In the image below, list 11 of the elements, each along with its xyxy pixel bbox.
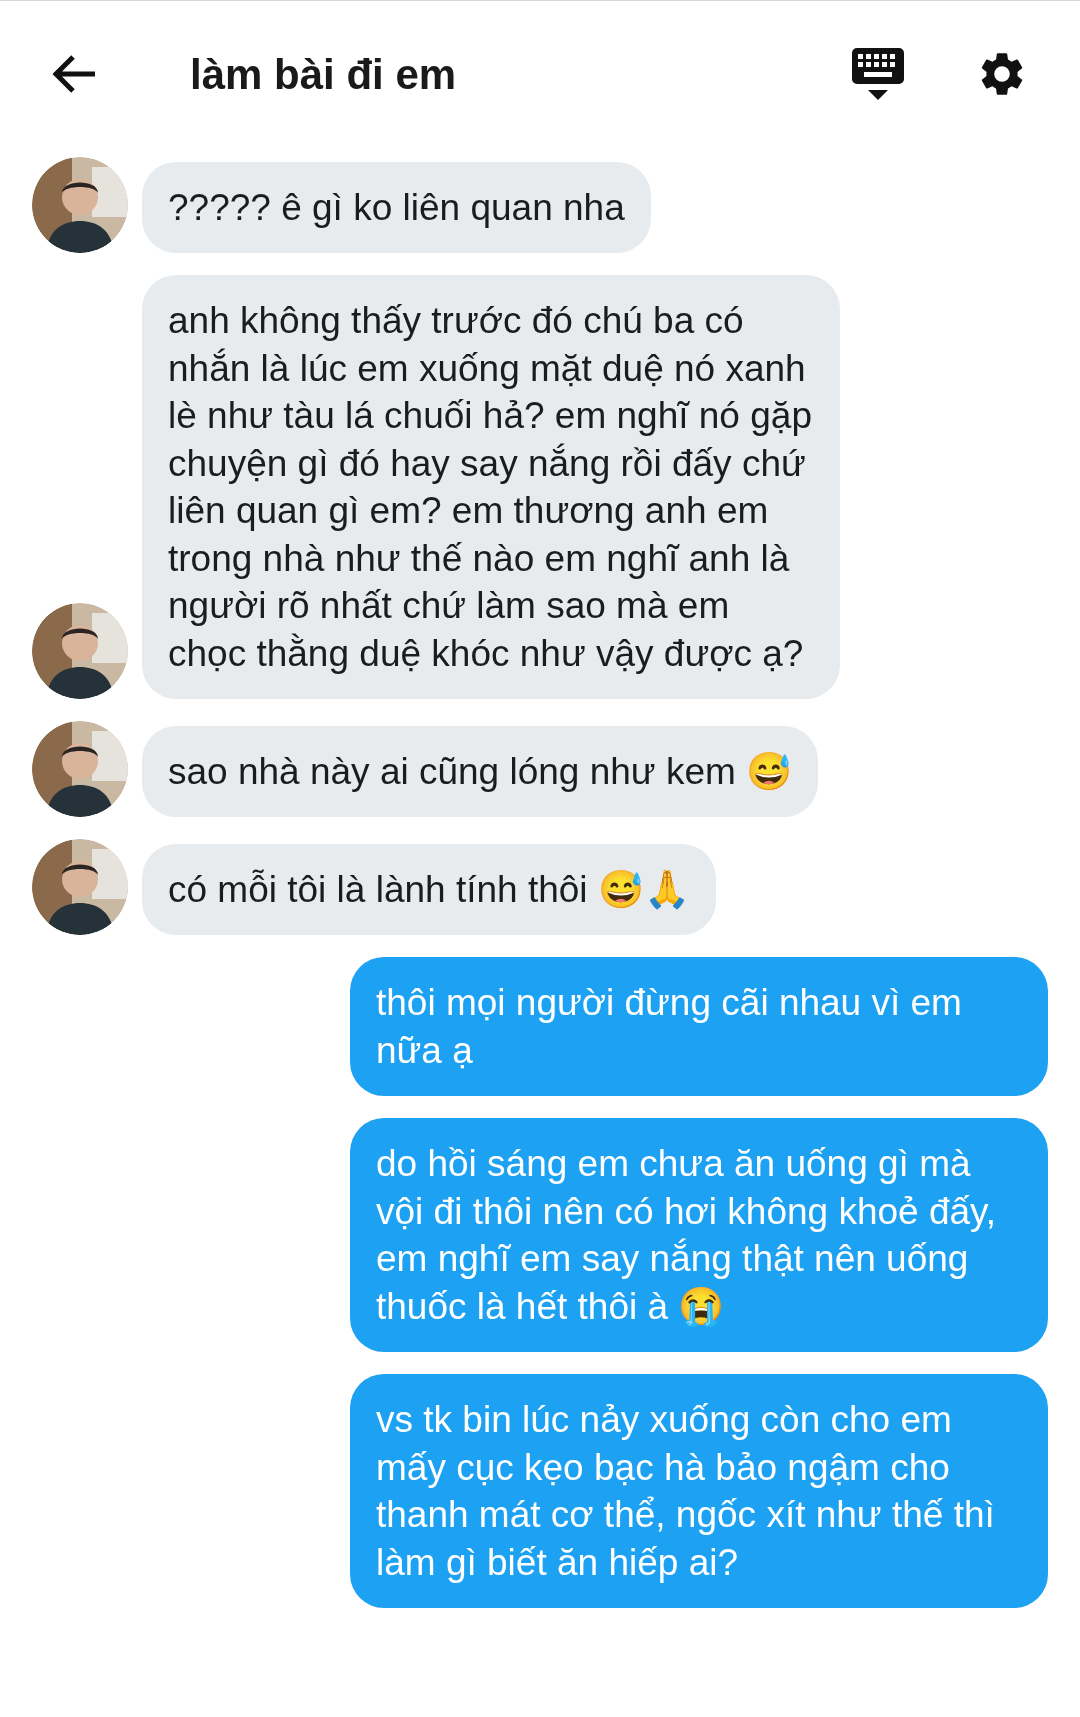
received-message: anh không thấy trước đó chú ba có nhắn là lúc em xuống mặt duệ nó xanh lè như tàu lá chuối hả? em nghĩ nó gặp chuyện gì đó hay say nắng rồi đấy chứ liên quan gì em? em thương anh em trong nhà như thế nào em nghĩ anh là người rõ nhất chứ làm sao mà em chọc thằng duệ khóc như vậy được ạ? [142, 275, 840, 699]
sent-message: vs tk bin lúc nảy xuống còn cho em mấy cục kẹo bạc hà bảo ngậm cho thanh mát cơ thể, ngốc xít như thế thì làm gì biết ăn hiếp ai? [350, 1374, 1048, 1608]
received-message: sao nhà này ai cũng lóng như kem 😅 [142, 725, 819, 817]
sent-message: thôi mọi người đừng cãi nhau vì em nữa ạ [350, 957, 1048, 1096]
chat-title: làm bài đi em [190, 49, 458, 100]
keyboard-button[interactable] [850, 46, 906, 102]
keyboard-icon [850, 46, 906, 102]
sent-message: do hồi sáng em chưa ăn uống gì mà vội đi thôi nên có hơi không khoẻ đấy, em nghĩ em say nắng thật nên uống thuốc là hết thôi à 😭 [350, 1118, 1048, 1352]
back-arrow-icon [51, 54, 97, 94]
received-message: có mỗi tôi là lành tính thôi 😅🙏 [142, 843, 716, 935]
received-message: ????? ê gì ko liên quan nha [142, 161, 651, 253]
